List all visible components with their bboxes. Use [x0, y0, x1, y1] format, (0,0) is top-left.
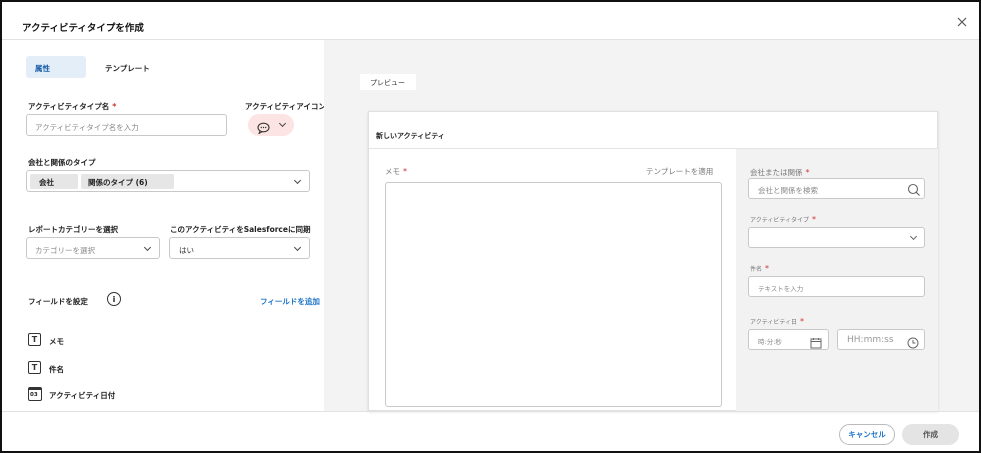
date-placeholder: 時:分:秒 — [758, 338, 782, 346]
close-icon[interactable] — [955, 14, 969, 28]
field-item-activity-date[interactable]: アクティビティ日付 — [49, 390, 115, 401]
date-input[interactable]: 時:分:秒 — [748, 329, 829, 350]
sync-label: このアクティビティをSalesforceに同期 — [170, 225, 311, 234]
fields-label: フィールドを設定 — [28, 297, 88, 306]
create-button[interactable]: 作成 — [902, 424, 959, 445]
company-relation-select[interactable]: 会社 関係のタイプ (6) — [26, 170, 310, 192]
company-label-text: 会社または関係 — [750, 168, 803, 177]
report-category-select[interactable]: カテゴリーを選択 — [26, 237, 160, 259]
activity-type-label: アクティビティタイプ * — [750, 215, 816, 224]
type-name-label: アクティビティタイプ名 * — [28, 101, 116, 112]
memo-label-text: メモ — [385, 167, 400, 176]
chevron-down-icon — [293, 243, 302, 252]
required-mark: * — [805, 168, 810, 177]
subject-label: 件名 * — [750, 264, 769, 273]
sync-value: はい — [179, 246, 194, 255]
footer-divider — [2, 411, 979, 412]
tab-attributes-label: 属性 — [35, 64, 50, 73]
company-search-input[interactable]: 会社と関係を検索 — [748, 178, 925, 199]
required-mark: * — [403, 167, 407, 176]
search-icon — [907, 182, 921, 196]
preview-panel: プレビュー 新しいアクティビティ メモ * テンプレートを適用 会社または関係 * … — [324, 40, 979, 412]
chip-relation-types: 関係のタイプ (6) — [81, 174, 174, 189]
chevron-down-icon — [293, 176, 302, 185]
activity-type-label-text: アクティビティタイプ — [750, 217, 809, 224]
chip-relation-types-label: 関係のタイプ (6) — [88, 178, 148, 187]
activity-date-label-text: アクティビティ日 — [750, 319, 797, 326]
chevron-down-icon — [143, 243, 152, 252]
text-field-icon: T — [28, 333, 41, 346]
tab-attributes[interactable]: 属性 — [26, 56, 86, 78]
sync-select[interactable]: はい — [169, 237, 310, 259]
field-item-subject[interactable]: 件名 — [49, 364, 64, 375]
chevron-down-icon — [909, 232, 918, 241]
subject-placeholder: テキストを入力 — [758, 285, 804, 293]
required-mark: * — [799, 317, 804, 326]
field-item-memo[interactable]: メモ — [49, 336, 64, 347]
required-mark: * — [811, 215, 816, 224]
clock-icon — [907, 334, 919, 349]
calendar-icon — [810, 334, 822, 349]
required-mark: * — [112, 102, 117, 111]
tab-template[interactable]: テンプレート — [105, 63, 150, 74]
subject-label-text: 件名 — [750, 266, 763, 273]
info-icon[interactable]: i — [107, 292, 121, 306]
apply-template-link[interactable]: テンプレートを適用 — [646, 166, 713, 177]
report-category-label: レポートカテゴリーを選択 — [28, 225, 118, 234]
chip-company-label: 会社 — [39, 178, 54, 187]
required-mark: * — [765, 264, 770, 273]
calendar-icon-day: 03 — [30, 392, 38, 398]
dialog-title: アクティビティタイプを作成 — [22, 23, 144, 34]
text-field-icon: T — [28, 361, 41, 374]
time-placeholder: HH:mm:ss — [847, 335, 894, 345]
time-input[interactable]: HH:mm:ss — [837, 329, 925, 350]
preview-card: 新しいアクティビティ メモ * テンプレートを適用 会社または関係 * 会社と関係を… — [368, 111, 939, 412]
create-activity-type-dialog: アクティビティタイプを作成 属性 テンプレート アクティビティタイプ名 * アクテ… — [0, 0, 981, 453]
activity-type-select[interactable] — [748, 227, 925, 248]
cancel-button[interactable]: キャンセル — [839, 424, 895, 445]
preview-card-title: 新しいアクティビティ — [376, 132, 445, 140]
memo-textarea[interactable] — [385, 182, 722, 407]
activity-date-label: アクティビティ日 * — [750, 317, 804, 326]
subject-input[interactable]: テキストを入力 — [748, 276, 925, 297]
preview-title-chip: プレビュー — [360, 74, 416, 90]
report-category-placeholder: カテゴリーを選択 — [35, 246, 95, 255]
company-label: 会社または関係 * — [750, 167, 810, 178]
preview-title: プレビュー — [370, 79, 405, 87]
calendar-icon: 03 — [28, 387, 42, 401]
chat-bubble-icon — [257, 119, 270, 135]
type-name-input[interactable]: アクティビティタイプ名を入力 — [26, 114, 227, 136]
chip-company: 会社 — [30, 174, 78, 189]
preview-side-column: 会社または関係 * 会社と関係を検索 アクティビティタイプ * 件名 * テキストを入… — [736, 149, 938, 412]
add-field-link[interactable]: フィールドを追加 — [260, 296, 320, 307]
company-search-placeholder: 会社と関係を検索 — [758, 186, 818, 195]
chevron-down-icon — [278, 119, 287, 128]
company-relation-label: 会社と関係のタイプ — [28, 158, 96, 167]
memo-label: メモ * — [385, 166, 407, 177]
activity-icon-picker[interactable] — [248, 114, 294, 136]
type-name-label-text: アクティビティタイプ名 — [28, 102, 110, 111]
activity-icon-label: アクティビティアイコン — [245, 102, 326, 111]
type-name-placeholder: アクティビティタイプ名を入力 — [35, 123, 139, 132]
